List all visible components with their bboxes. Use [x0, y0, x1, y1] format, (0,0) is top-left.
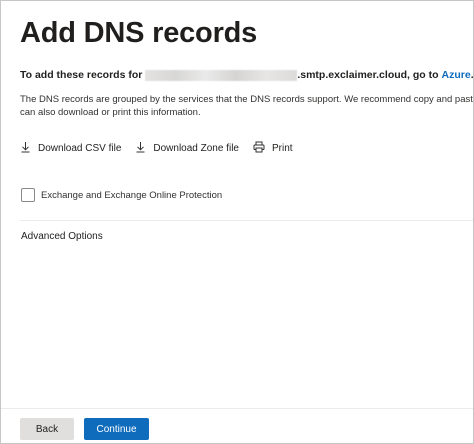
download-icon [20, 141, 38, 156]
service-exchange-row[interactable]: Exchange and Exchange Online Protection [21, 188, 222, 202]
instruction-prefix: To add these records for [20, 69, 143, 81]
redacted-domain [145, 69, 298, 81]
exchange-checkbox[interactable] [21, 188, 35, 202]
description-text: The DNS records are grouped by the servi… [20, 94, 474, 118]
section-divider [20, 220, 473, 221]
dns-records-panel: Add DNS records To add these records for… [0, 0, 474, 444]
toolbar: Download CSV file Download Zone file Pri… [20, 141, 307, 156]
exchange-checkbox-label: Exchange and Exchange Online Protection [41, 189, 223, 201]
download-csv-button[interactable]: Download CSV file [20, 141, 121, 156]
instruction-domain-suffix: .smtp.exclaimer.cloud, go to [297, 69, 439, 81]
instruction-end: . [470, 69, 474, 81]
download-zone-label: Download Zone file [153, 143, 239, 154]
azure-link[interactable]: Azure [442, 69, 471, 81]
instruction-line: To add these records for .smtp.exclaimer… [20, 69, 474, 81]
download-icon [135, 141, 153, 156]
print-label: Print [271, 143, 293, 154]
printer-icon [253, 141, 272, 156]
continue-button[interactable]: Continue [84, 418, 149, 440]
back-button[interactable]: Back [20, 418, 74, 440]
download-zone-button[interactable]: Download Zone file [135, 141, 239, 156]
download-csv-label: Download CSV file [38, 143, 122, 154]
print-button[interactable]: Print [253, 141, 293, 156]
advanced-options-toggle[interactable]: Advanced Options [21, 231, 103, 242]
footer-divider [1, 408, 473, 409]
page-title: Add DNS records [20, 17, 258, 49]
